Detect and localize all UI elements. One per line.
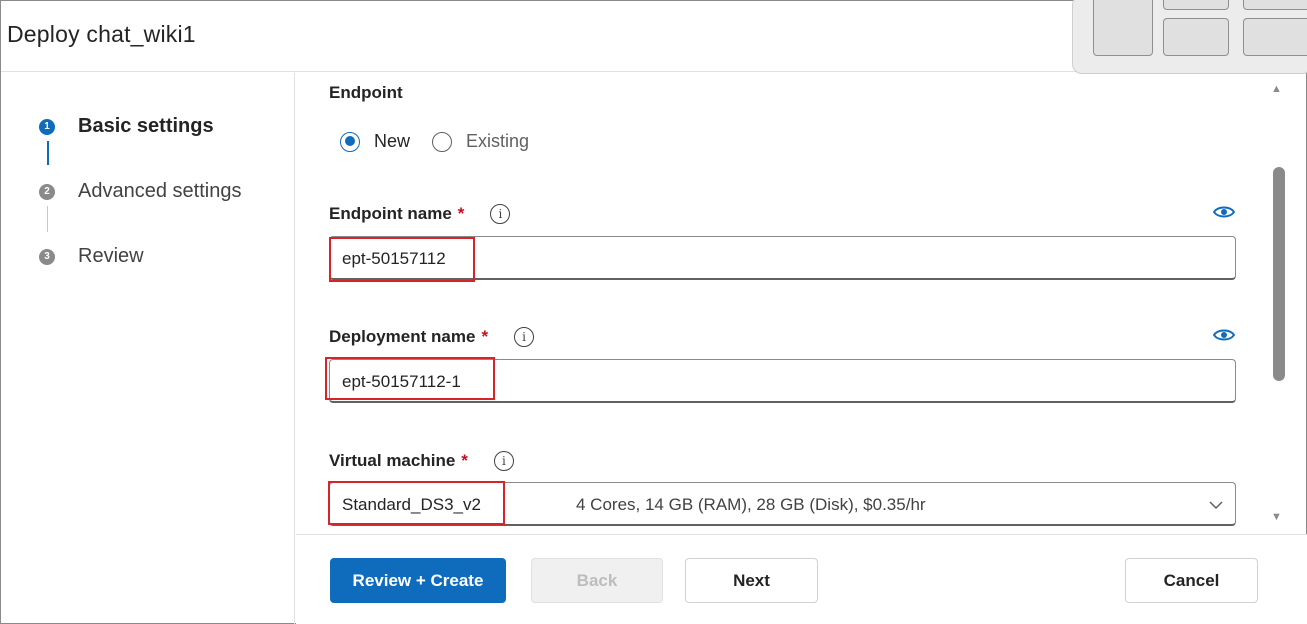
radio-new[interactable] bbox=[340, 131, 360, 152]
annotation-virtual-machine bbox=[328, 481, 505, 525]
form-scroll-area: Endpoint New Existing Endpoint name * i … bbox=[296, 73, 1266, 533]
dialog-title: Deploy chat_wiki1 bbox=[7, 21, 196, 47]
chevron-down-icon[interactable] bbox=[1209, 498, 1223, 512]
info-icon[interactable]: i bbox=[490, 204, 511, 224]
snap-layout-cell[interactable] bbox=[1243, 18, 1307, 56]
scroll-up-arrow[interactable]: ▲ bbox=[1271, 83, 1282, 95]
annotation-endpoint-name bbox=[329, 237, 475, 282]
step-connector bbox=[47, 206, 48, 232]
step-label: Advanced settings bbox=[78, 180, 242, 202]
back-button[interactable]: Back bbox=[531, 558, 663, 603]
scroll-down-arrow[interactable]: ▼ bbox=[1271, 511, 1282, 523]
step-basic-settings[interactable]: 1 Basic settings bbox=[39, 115, 214, 138]
endpoint-heading: Endpoint bbox=[329, 83, 403, 102]
snap-layout-cell[interactable] bbox=[1163, 0, 1229, 10]
snap-layout-cell[interactable] bbox=[1163, 18, 1229, 56]
endpoint-name-label: Endpoint name * i bbox=[329, 204, 511, 224]
virtual-machine-description: 4 Cores, 14 GB (RAM), 28 GB (Disk), $0.3… bbox=[576, 495, 926, 514]
endpoint-radio-group: New Existing bbox=[340, 131, 529, 152]
snap-layout-cell[interactable] bbox=[1093, 0, 1153, 56]
step-connector bbox=[47, 141, 49, 165]
step-number: 1 bbox=[39, 118, 55, 135]
required-marker: * bbox=[461, 451, 468, 470]
snap-layout-flyout[interactable] bbox=[1072, 0, 1307, 74]
info-icon[interactable]: i bbox=[493, 451, 514, 471]
wizard-stepper: 1 Basic settings 2 Advanced settings 3 R… bbox=[1, 73, 295, 624]
review-create-button[interactable]: Review + Create bbox=[330, 558, 506, 603]
deploy-dialog: Deploy chat_wiki1 1 Basic settings 2 Adv… bbox=[0, 0, 1307, 624]
step-label: Basic settings bbox=[78, 115, 214, 137]
radio-new-label[interactable]: New bbox=[374, 131, 410, 152]
step-label: Review bbox=[78, 245, 144, 267]
step-advanced-settings[interactable]: 2 Advanced settings bbox=[39, 180, 241, 203]
eye-icon[interactable] bbox=[1213, 328, 1235, 342]
step-number: 2 bbox=[39, 183, 55, 200]
step-number: 3 bbox=[39, 248, 55, 265]
scrollbar-thumb[interactable] bbox=[1273, 167, 1285, 381]
radio-existing[interactable] bbox=[432, 131, 453, 152]
next-button[interactable]: Next bbox=[685, 558, 818, 603]
cancel-button[interactable]: Cancel bbox=[1125, 558, 1258, 603]
field-label-text: Virtual machine bbox=[329, 451, 456, 470]
eye-icon[interactable] bbox=[1213, 205, 1235, 219]
dialog-footer: Review + Create Back Next Cancel bbox=[296, 534, 1307, 624]
virtual-machine-label: Virtual machine * i bbox=[329, 451, 514, 471]
required-marker: * bbox=[457, 204, 465, 223]
field-label-text: Deployment name bbox=[329, 327, 476, 346]
info-icon[interactable]: i bbox=[514, 327, 535, 347]
field-label-text: Endpoint name bbox=[329, 204, 452, 223]
radio-existing-label[interactable]: Existing bbox=[466, 131, 529, 152]
required-marker: * bbox=[481, 327, 489, 346]
deployment-name-label: Deployment name * i bbox=[329, 327, 535, 347]
snap-layout-cell[interactable] bbox=[1243, 0, 1307, 10]
annotation-deployment-name bbox=[325, 357, 495, 400]
step-review[interactable]: 3 Review bbox=[39, 245, 144, 268]
